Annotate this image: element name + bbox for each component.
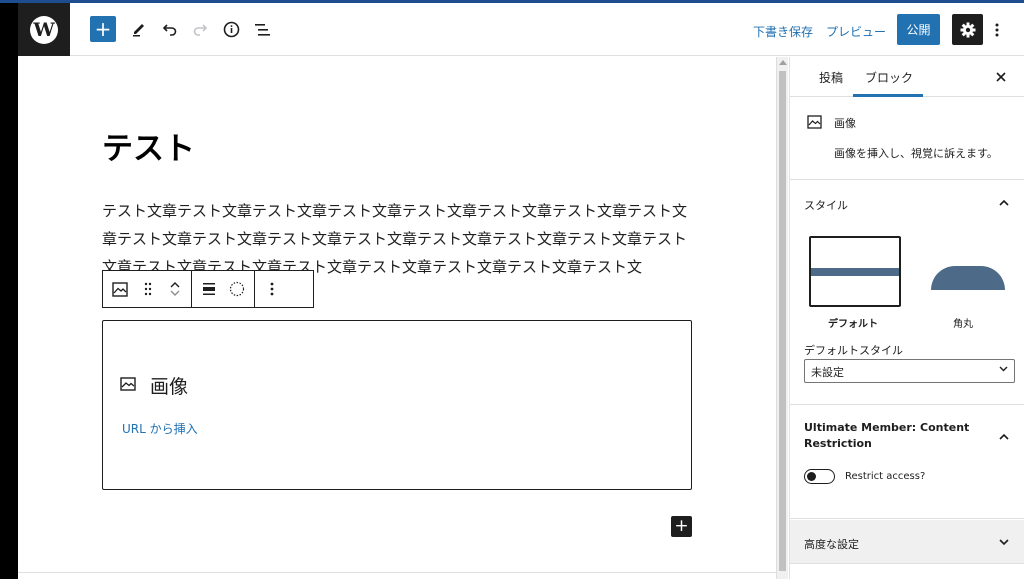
info-icon xyxy=(223,21,239,37)
plus-icon: + xyxy=(674,516,689,536)
close-sidebar-button[interactable] xyxy=(996,67,1006,86)
toolbar-group-align xyxy=(192,271,255,307)
toggle-knob xyxy=(807,472,816,481)
style-preview-rounded xyxy=(931,266,1005,290)
image-icon xyxy=(120,377,136,391)
canvas-divider xyxy=(18,572,776,573)
plus-icon: + xyxy=(94,17,112,41)
image-icon xyxy=(807,115,822,129)
block-mover xyxy=(165,281,185,297)
align-button[interactable] xyxy=(198,275,220,303)
toolbar-group-block xyxy=(103,271,192,307)
redo-icon xyxy=(193,24,208,36)
style-preview-default xyxy=(811,268,899,276)
chevron-down-icon xyxy=(999,364,1008,375)
align-none-icon xyxy=(203,283,215,295)
block-editor: W + 下書き保存 プレビュー 公開 テスト テスト文章テスト文章テスト文章テス… xyxy=(18,3,1024,579)
details-button[interactable] xyxy=(218,16,244,42)
restrict-access-toggle[interactable] xyxy=(804,469,835,484)
image-icon xyxy=(112,281,128,297)
move-down-icon[interactable] xyxy=(170,289,180,297)
style-option-rounded[interactable] xyxy=(916,236,1008,307)
sidebar-tabs: 投稿 ブロック xyxy=(790,57,1024,97)
ultimate-member-title[interactable]: Ultimate Member: Content Restriction xyxy=(804,420,974,452)
image-block-placeholder[interactable]: 画像 URL から挿入 xyxy=(102,320,692,490)
block-options-button[interactable] xyxy=(261,275,283,303)
chevron-up-icon[interactable] xyxy=(999,195,1009,209)
paragraph-block[interactable]: テスト文章テスト文章テスト文章テスト文章テスト文章テスト文章テスト文章テスト文章… xyxy=(102,197,694,281)
drag-handle-icon xyxy=(144,282,152,296)
block-type-button[interactable] xyxy=(109,275,131,303)
settings-sidebar: 投稿 ブロック 画像 画像を挿入し、視覚に訴えます。 スタイル デフォルト 角丸… xyxy=(789,57,1024,579)
styles-panel: スタイル デフォルト 角丸 デフォルトスタイル 未設定 xyxy=(790,180,1024,405)
undo-icon xyxy=(162,24,177,36)
list-view-button[interactable] xyxy=(249,16,275,42)
tools-button[interactable] xyxy=(126,16,152,42)
tab-post[interactable]: 投稿 xyxy=(819,69,843,86)
tab-block[interactable]: ブロック xyxy=(865,69,913,86)
insert-from-url-link[interactable]: URL から挿入 xyxy=(122,420,198,437)
post-title[interactable]: テスト xyxy=(102,123,195,168)
more-vertical-icon xyxy=(270,282,274,296)
styles-panel-title[interactable]: スタイル xyxy=(804,197,848,213)
undo-button[interactable] xyxy=(157,16,183,42)
duotone-icon xyxy=(229,281,245,297)
editor-canvas[interactable]: テスト テスト文章テスト文章テスト文章テスト文章テスト文章テスト文章テスト文章テ… xyxy=(18,57,776,579)
publish-button[interactable]: 公開 xyxy=(897,14,940,45)
chevron-down-icon xyxy=(999,535,1009,549)
preview-button[interactable]: プレビュー xyxy=(826,23,886,40)
redo-button[interactable] xyxy=(187,16,213,42)
style-option-rounded-label: 角丸 xyxy=(953,319,973,330)
drag-handle[interactable] xyxy=(137,275,159,303)
canvas-scrollbar[interactable] xyxy=(776,57,788,579)
default-style-select[interactable]: 未設定 xyxy=(804,359,1015,383)
advanced-panel[interactable]: 高度な設定 xyxy=(790,520,1024,564)
toolbar-group-more xyxy=(255,271,289,307)
block-card-title: 画像 xyxy=(834,117,856,130)
scroll-thumb[interactable] xyxy=(779,71,786,571)
default-style-value: 未設定 xyxy=(811,366,844,379)
add-block-button[interactable]: + xyxy=(90,16,116,42)
editor-header: W + 下書き保存 プレビュー 公開 xyxy=(18,3,1024,56)
close-icon xyxy=(996,72,1006,82)
block-card-description: 画像を挿入し、視覚に訴えます。 xyxy=(834,147,998,160)
wordpress-logo-button[interactable]: W xyxy=(18,3,70,56)
style-option-default[interactable] xyxy=(809,236,901,307)
move-up-icon[interactable] xyxy=(170,281,180,289)
style-option-default-label: デフォルト xyxy=(828,319,878,330)
list-view-icon xyxy=(254,23,270,36)
options-button[interactable] xyxy=(990,17,1004,43)
more-vertical-icon xyxy=(995,23,999,37)
ultimate-member-panel: Ultimate Member: Content Restriction Res… xyxy=(790,405,1024,519)
pencil-icon xyxy=(133,24,144,37)
gear-icon xyxy=(960,22,975,37)
restrict-access-label: Restrict access? xyxy=(845,471,926,482)
wordpress-icon: W xyxy=(30,15,58,44)
default-style-label: デフォルトスタイル xyxy=(804,344,903,357)
scroll-up-arrow-icon[interactable] xyxy=(779,60,787,65)
save-draft-button[interactable]: 下書き保存 xyxy=(753,23,813,40)
image-block-label: 画像 xyxy=(150,376,189,398)
block-toolbar xyxy=(102,270,314,308)
settings-button[interactable] xyxy=(952,14,983,45)
advanced-panel-title: 高度な設定 xyxy=(804,538,859,551)
chevron-up-icon[interactable] xyxy=(999,429,1009,443)
duotone-button[interactable] xyxy=(226,275,248,303)
block-inserter-button[interactable]: + xyxy=(671,516,692,537)
block-card: 画像 画像を挿入し、視覚に訴えます。 xyxy=(790,97,1024,180)
